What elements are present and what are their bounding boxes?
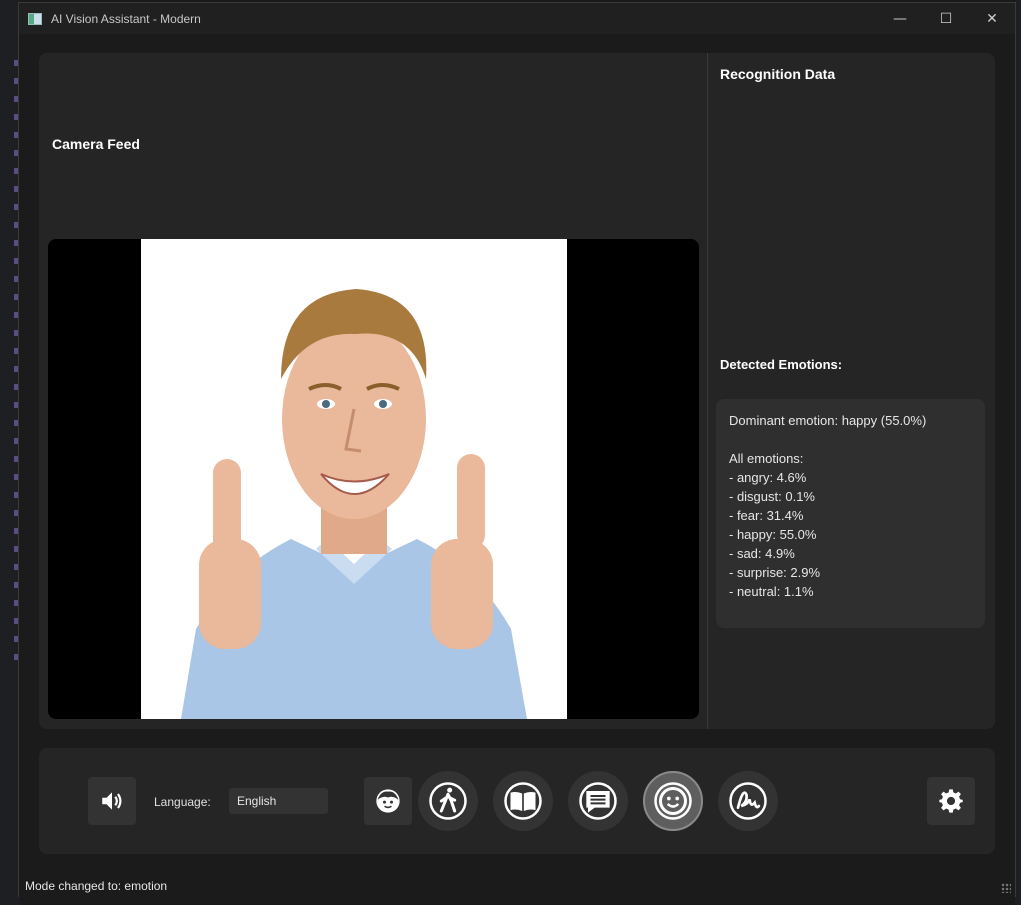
gear-icon (939, 789, 963, 813)
main-panel: Camera Feed Recognition Data Detected Em… (39, 53, 995, 729)
emotion-line: - happy: 55.0% (729, 527, 817, 542)
panel-divider (707, 53, 708, 729)
emotion-line: - neutral: 1.1% (729, 584, 814, 599)
camera-feed-title: Camera Feed (52, 136, 140, 152)
walk-mode-button[interactable] (418, 771, 478, 831)
book-icon (504, 782, 542, 820)
resize-grip[interactable] (1001, 883, 1011, 893)
emotion-line: - fear: 31.4% (729, 508, 804, 523)
emotion-mode-button[interactable] (643, 771, 703, 831)
maximize-button[interactable]: ☐ (923, 3, 969, 34)
chat-text-icon (579, 782, 617, 820)
close-button[interactable]: ✕ (969, 3, 1015, 34)
control-panel: Language: English (39, 748, 995, 854)
emotions-result-box: Dominant emotion: happy (55.0%) All emot… (716, 399, 985, 628)
read-mode-button[interactable] (493, 771, 553, 831)
emotion-line: - surprise: 2.9% (729, 565, 821, 580)
detected-emotions-title: Detected Emotions: (720, 357, 843, 372)
smiley-icon (654, 782, 692, 820)
emotion-line: All emotions: (729, 451, 804, 466)
face-mode-button[interactable] (364, 777, 412, 825)
signature-icon (729, 782, 767, 820)
window-title: AI Vision Assistant - Modern (51, 11, 201, 26)
emotion-line: - sad: 4.9% (729, 546, 795, 561)
minimize-button[interactable]: — (877, 3, 923, 34)
language-select[interactable]: English (229, 788, 328, 814)
status-bar: Mode changed to: emotion (19, 876, 1015, 897)
app-window: AI Vision Assistant - Modern — ☐ ✕ Camer… (18, 2, 1016, 897)
text-mode-button[interactable] (568, 771, 628, 831)
status-message: Mode changed to: emotion (25, 879, 168, 893)
app-icon (28, 12, 42, 25)
speaker-icon (102, 792, 122, 810)
emotion-line (729, 430, 972, 449)
settings-button[interactable] (927, 777, 975, 825)
recognition-data-title: Recognition Data (720, 66, 836, 82)
emotion-line: - angry: 4.6% (729, 470, 807, 485)
emotion-line: Dominant emotion: happy (55.0%) (729, 413, 927, 428)
title-bar: AI Vision Assistant - Modern — ☐ ✕ (19, 3, 1015, 34)
face-icon (376, 789, 400, 813)
speaker-button[interactable] (88, 777, 136, 825)
emotion-line: - disgust: 0.1% (729, 489, 815, 504)
camera-frame-image (141, 239, 567, 719)
camera-feed (48, 239, 699, 719)
background-editor-gutter (0, 0, 20, 905)
language-label: Language: (154, 795, 211, 809)
sign-mode-button[interactable] (718, 771, 778, 831)
walking-person-icon (429, 782, 467, 820)
